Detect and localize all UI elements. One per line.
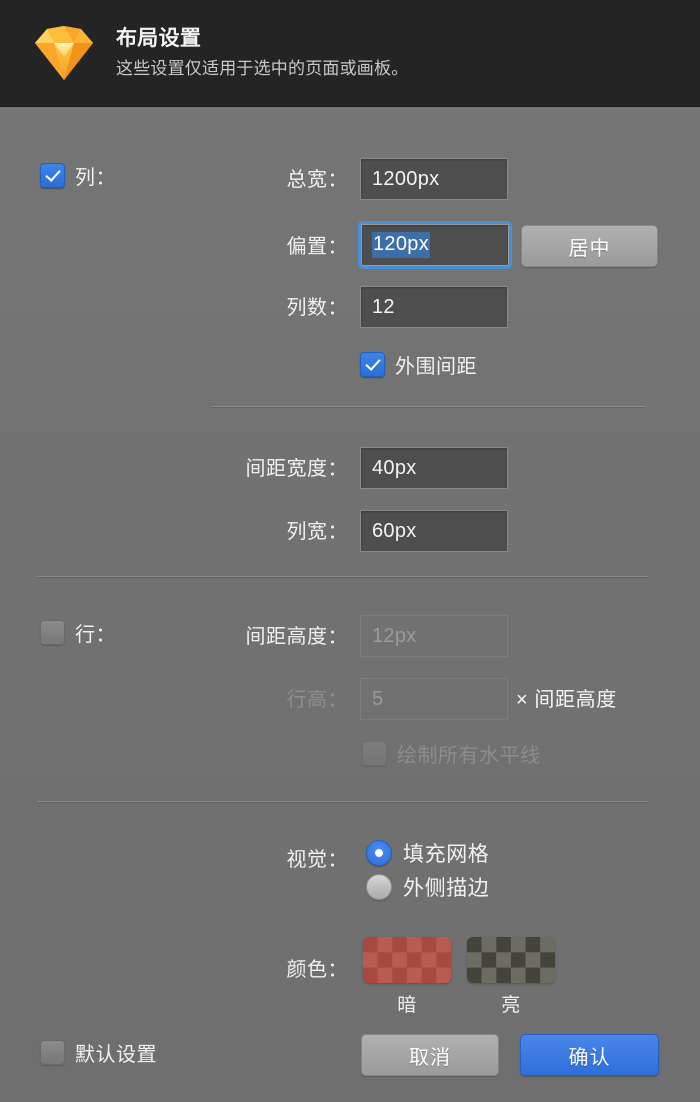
offset-label: 偏置： xyxy=(286,236,348,258)
gutter-height-value: 12px xyxy=(372,624,417,647)
gutter-width-value: 40px xyxy=(372,456,417,479)
offset-value: 120px xyxy=(372,232,430,258)
column-count-input[interactable]: 12 xyxy=(360,286,508,328)
row-height-input[interactable]: 5 xyxy=(360,678,508,720)
gutter-height-input[interactable]: 12px xyxy=(360,615,508,657)
color-swatch-light-caption: 亮 xyxy=(501,995,521,1016)
total-width-input[interactable]: 1200px xyxy=(360,158,508,200)
column-count-label: 列数： xyxy=(286,297,348,319)
column-count-value: 12 xyxy=(372,295,395,318)
dialog-header: 布局设置 这些设置仅适用于选中的页面或画板。 xyxy=(0,0,700,107)
color-swatch-light[interactable] xyxy=(467,937,555,983)
draw-all-horizontal-checkbox-group[interactable]: 绘制所有水平线 xyxy=(362,739,541,768)
divider-2 xyxy=(38,576,648,578)
default-settings-label: 默认设置 xyxy=(75,1044,157,1066)
radio-outer-stroke[interactable] xyxy=(366,874,392,900)
settings-panel: 列： 总宽： 1200px 偏置： 120px 居中 列数： 12 外围间距 间… xyxy=(0,107,700,1102)
total-width-value: 1200px xyxy=(372,167,440,190)
column-width-label: 列宽： xyxy=(286,521,348,543)
visual-option-fill-grid[interactable]: 填充网格 xyxy=(366,838,489,868)
row-height-label: 行高： xyxy=(286,689,348,711)
gutter-width-label: 间距宽度： xyxy=(245,458,348,480)
color-swatch-dark[interactable] xyxy=(363,937,451,983)
visual-option-outer-stroke-label: 外侧描边 xyxy=(403,877,490,900)
visual-option-fill-grid-label: 填充网格 xyxy=(403,843,490,866)
divider-3 xyxy=(38,801,648,803)
radio-fill-grid[interactable] xyxy=(366,840,392,866)
total-width-label: 总宽： xyxy=(286,169,348,191)
sketch-diamond-logo xyxy=(30,23,98,83)
offset-input[interactable]: 120px xyxy=(361,224,509,266)
gutter-width-input[interactable]: 40px xyxy=(360,447,508,489)
center-button[interactable]: 居中 xyxy=(521,225,658,267)
default-settings-checkbox-group[interactable]: 默认设置 xyxy=(40,1038,157,1067)
dialog-subtitle: 这些设置仅适用于选中的页面或画板。 xyxy=(116,58,409,78)
draw-all-horizontal-label: 绘制所有水平线 xyxy=(397,745,541,767)
divider-1 xyxy=(212,406,646,408)
color-swatch-dark-caption: 暗 xyxy=(397,995,417,1016)
row-height-multiplier-label: × 间距高度 xyxy=(516,689,617,711)
outer-gutter-label: 外围间距 xyxy=(395,356,477,378)
confirm-button[interactable]: 确认 xyxy=(520,1034,659,1076)
color-label: 颜色： xyxy=(286,959,348,981)
outer-gutter-checkbox[interactable] xyxy=(360,352,385,377)
column-width-input[interactable]: 60px xyxy=(360,510,508,552)
visual-option-outer-stroke[interactable]: 外侧描边 xyxy=(366,872,489,902)
visual-label: 视觉： xyxy=(286,849,348,871)
gutter-height-label: 间距高度： xyxy=(245,626,348,648)
outer-gutter-checkbox-group[interactable]: 外围间距 xyxy=(360,350,477,379)
draw-all-horizontal-checkbox[interactable] xyxy=(362,741,387,766)
row-height-value: 5 xyxy=(372,687,384,710)
dialog-title: 布局设置 xyxy=(116,27,202,51)
column-width-value: 60px xyxy=(372,519,417,542)
cancel-button[interactable]: 取消 xyxy=(361,1034,499,1076)
default-settings-checkbox[interactable] xyxy=(40,1040,65,1065)
